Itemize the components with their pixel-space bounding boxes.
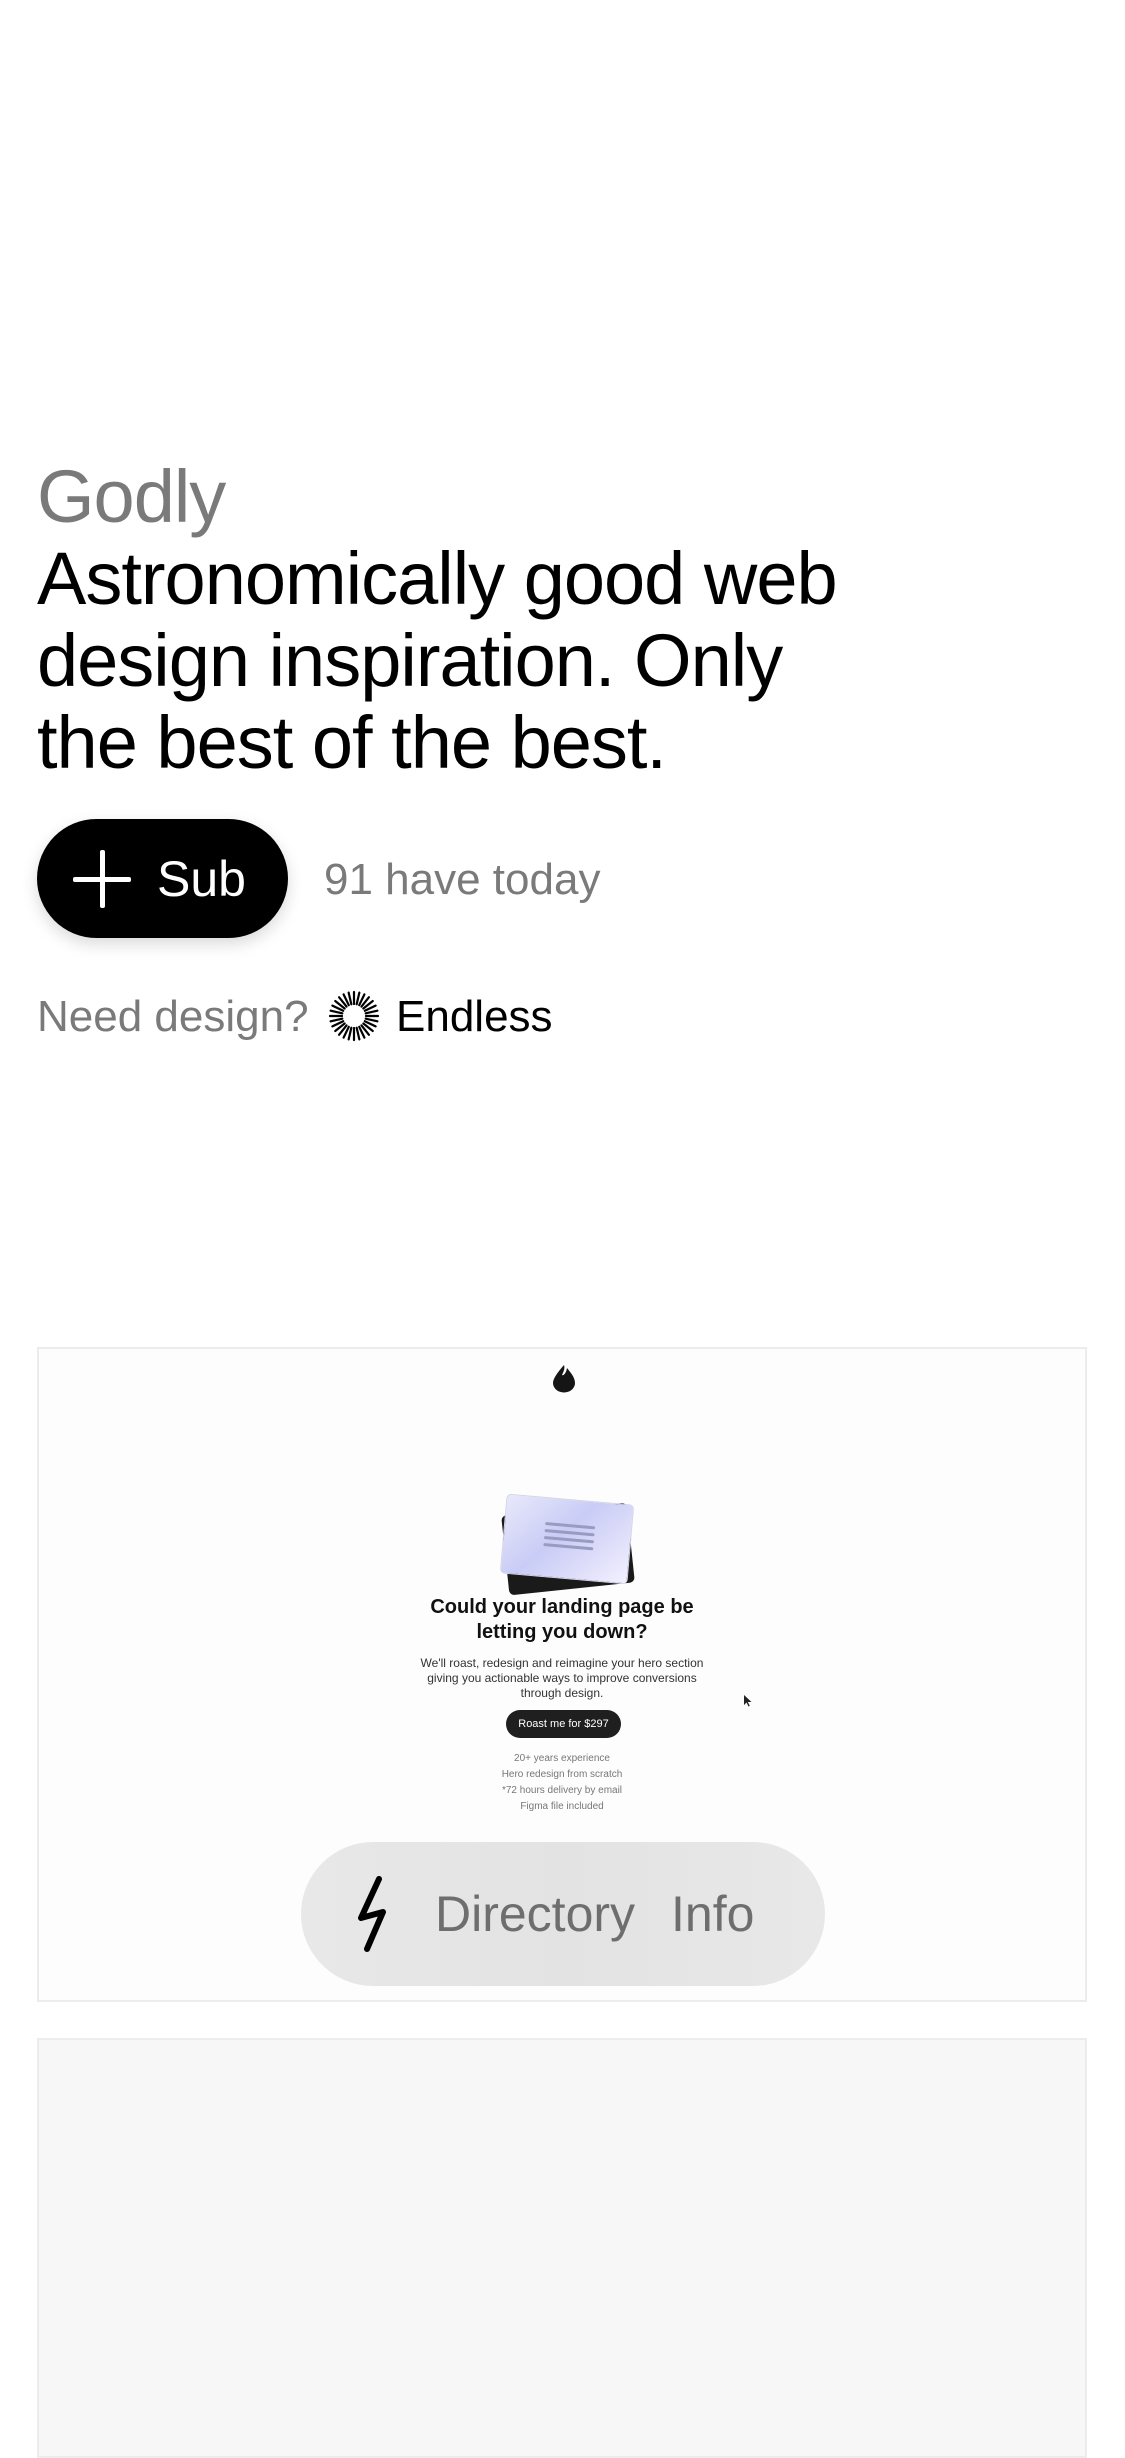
bottom-nav: Directory Info — [301, 1842, 825, 1986]
subscribe-label: Sub — [157, 850, 246, 907]
lightning-bolt-icon[interactable] — [353, 1876, 393, 1952]
feature-item: Hero redesign from scratch — [501, 1769, 623, 1780]
drop-logo-icon — [553, 1365, 575, 1393]
hero-headline: Astronomically good web design inspirati… — [37, 538, 937, 784]
featured-description: We'll roast, redesign and reimagine your… — [420, 1656, 704, 1700]
preview-thumbnail — [497, 1493, 637, 1596]
endless-link[interactable]: Endless — [396, 987, 553, 1047]
feature-list: 20+ years experience Hero redesign from … — [39, 1751, 1085, 1815]
feature-item: 20+ years experience — [514, 1753, 610, 1764]
featured-title: Could your landing page be letting you d… — [430, 1596, 694, 1643]
cursor-icon — [744, 1695, 752, 1707]
nav-directory-link[interactable]: Directory — [435, 1885, 635, 1943]
feature-item: *72 hours delivery by email — [501, 1785, 623, 1796]
feature-item: Figma file included — [520, 1801, 604, 1812]
nav-info-link[interactable]: Info — [671, 1885, 754, 1943]
plus-icon — [73, 849, 131, 908]
need-design-prompt: Need design? — [37, 992, 309, 1041]
headline-line: design inspiration. Only — [37, 619, 783, 702]
subscribe-button[interactable]: Sub — [37, 819, 288, 938]
subscriber-count: 91 have today — [324, 855, 601, 904]
sunburst-icon[interactable] — [328, 990, 380, 1042]
headline-line: Astronomically good web — [37, 537, 838, 620]
roast-cta-button[interactable]: Roast me for $297 — [506, 1710, 621, 1738]
headline-line: the best of the best. — [37, 701, 667, 784]
site-card-placeholder[interactable] — [37, 2038, 1087, 2458]
brand-name[interactable]: Godly — [37, 452, 226, 542]
